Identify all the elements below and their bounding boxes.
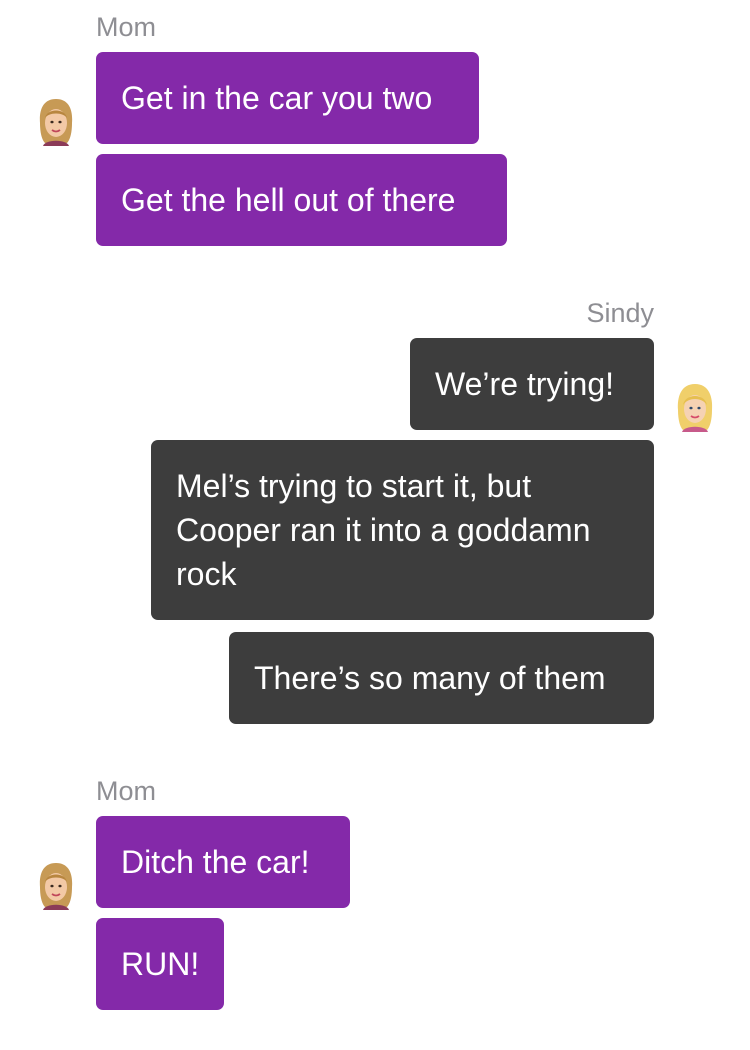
message-bubble-sindy[interactable]: We’re trying! (410, 338, 654, 430)
message-text: We’re trying! (435, 366, 615, 402)
message-text: Mel’s trying to start it, but Cooper ran… (176, 468, 591, 592)
message-text: RUN! (121, 946, 200, 982)
message-text: There’s so many of them (254, 660, 606, 696)
message-bubble-sindy[interactable]: There’s so many of them (229, 632, 654, 724)
sender-name-mom: Mom (96, 776, 156, 806)
sindy-avatar-icon (672, 382, 718, 432)
message-bubble-sindy[interactable]: Mel’s trying to start it, but Cooper ran… (151, 440, 654, 620)
message-text: Get the hell out of there (121, 182, 456, 218)
message-bubble-mom[interactable]: Get the hell out of there (96, 154, 507, 246)
mom-avatar-icon (33, 96, 79, 146)
message-text: Get in the car you two (121, 80, 433, 116)
message-text: Ditch the car! (121, 844, 310, 880)
message-bubble-mom[interactable]: Get in the car you two (96, 52, 479, 144)
sender-name-mom: Mom (96, 12, 156, 42)
mom-avatar-icon (33, 860, 79, 910)
message-bubble-mom[interactable]: RUN! (96, 918, 224, 1010)
sender-name-sindy: Sindy (586, 298, 654, 328)
message-bubble-mom[interactable]: Ditch the car! (96, 816, 350, 908)
